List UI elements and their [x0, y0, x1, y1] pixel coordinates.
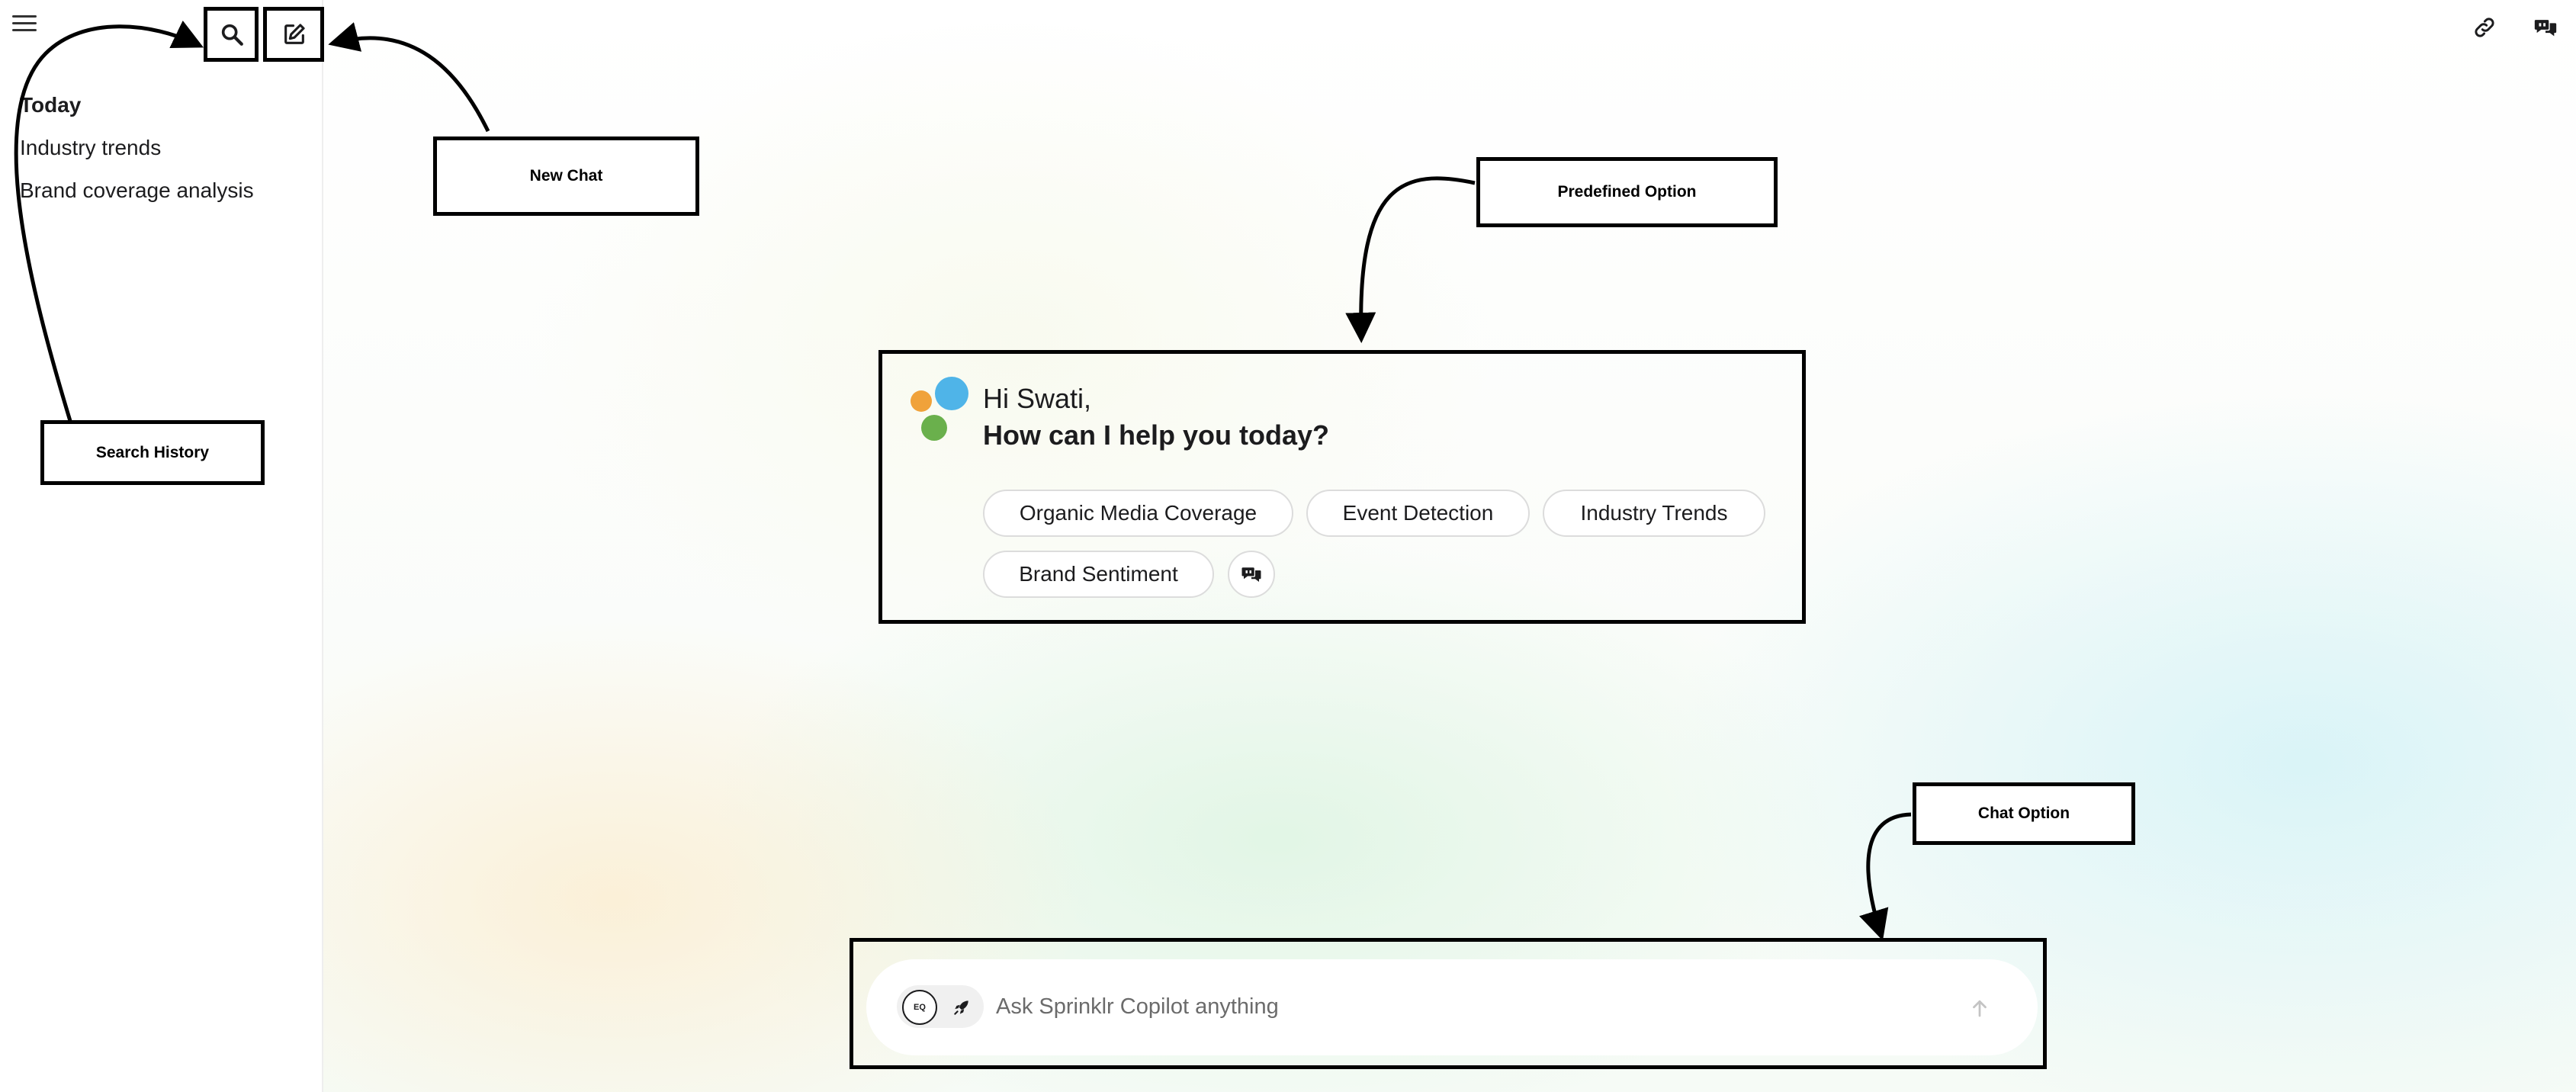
arrow-predefined-option	[1345, 176, 1476, 343]
arrow-chat-option	[1859, 812, 1912, 941]
arrow-new-chat	[328, 22, 490, 133]
arrow-search-history	[14, 20, 204, 422]
annotation-arrows	[14, 20, 1912, 941]
app-page: Today Industry trends Brand coverage ana…	[0, 0, 2576, 1092]
